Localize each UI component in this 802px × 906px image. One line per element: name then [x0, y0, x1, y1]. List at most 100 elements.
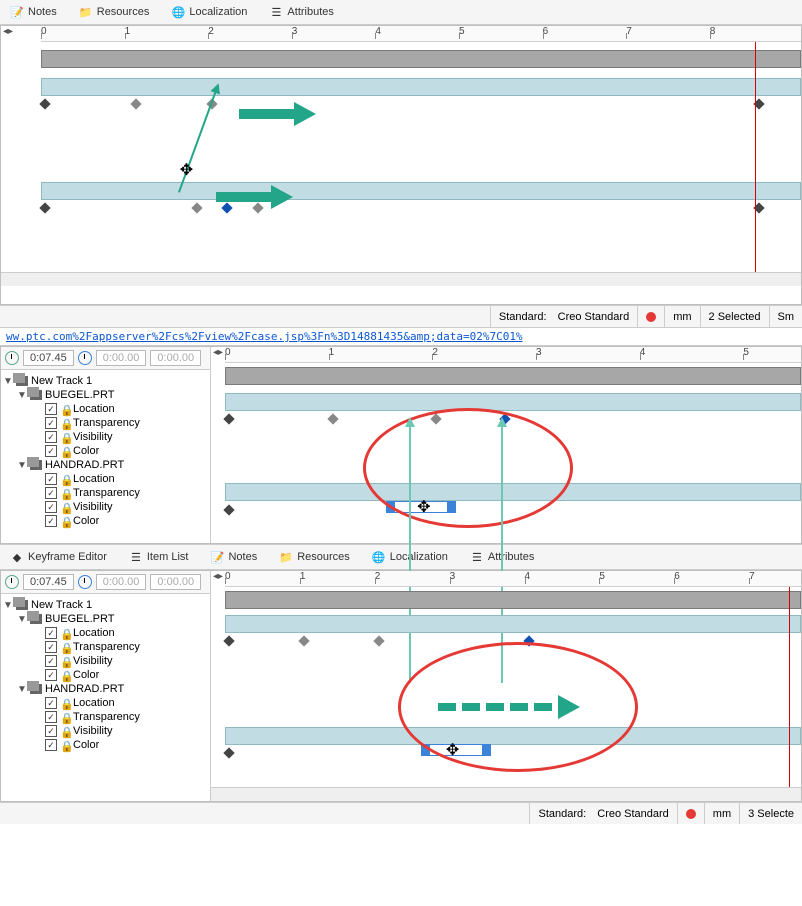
tree-prop[interactable]: ✓🔒Visibility: [45, 500, 208, 514]
tree-prop[interactable]: ✓🔒Visibility: [45, 430, 208, 444]
tab-resources[interactable]: 📁Resources: [275, 548, 354, 566]
track-summary[interactable]: [41, 50, 801, 68]
keyframe[interactable]: [191, 202, 202, 213]
track-row[interactable]: [225, 393, 801, 411]
track-row[interactable]: [41, 182, 801, 200]
tree-part[interactable]: ▼HANDRAD.PRT: [17, 458, 208, 472]
keyframe[interactable]: [298, 635, 309, 646]
time-a[interactable]: 0:00.00: [96, 350, 147, 366]
expand-icon[interactable]: ▼: [17, 460, 27, 471]
status-standard[interactable]: Standard: Creo Standard: [529, 803, 676, 824]
tree-prop[interactable]: ✓🔒Visibility: [45, 654, 208, 668]
lock-icon: 🔒: [60, 740, 70, 750]
checkbox[interactable]: ✓: [45, 739, 57, 751]
checkbox[interactable]: ✓: [45, 627, 57, 639]
checkbox[interactable]: ✓: [45, 417, 57, 429]
expand-icon[interactable]: ▼: [17, 614, 27, 625]
keyframe[interactable]: [223, 747, 234, 758]
keyframe[interactable]: [39, 202, 50, 213]
timeline-tracks[interactable]: [225, 587, 801, 787]
tab-resources[interactable]: 📁Resources: [75, 3, 154, 21]
tree-root[interactable]: ▼New Track 1: [3, 598, 208, 612]
checkbox[interactable]: ✓: [45, 641, 57, 653]
tree-prop[interactable]: ✓🔒Color: [45, 514, 208, 528]
tree-prop[interactable]: ✓🔒Location: [45, 696, 208, 710]
tab-localization[interactable]: 🌐Localization: [167, 3, 251, 21]
keyframe[interactable]: [373, 635, 384, 646]
tree-prop[interactable]: ✓🔒Color: [45, 738, 208, 752]
tab-notes[interactable]: 📝Notes: [6, 3, 61, 21]
timeline-ruler[interactable]: 0 1 2 3 4 5: [225, 347, 801, 363]
keyframe[interactable]: [327, 413, 338, 424]
expand-icon[interactable]: ▼: [17, 390, 27, 401]
checkbox[interactable]: ✓: [45, 697, 57, 709]
time-b[interactable]: 0:00.00: [150, 350, 201, 366]
checkbox[interactable]: ✓: [45, 711, 57, 723]
tree-prop[interactable]: ✓🔒Color: [45, 444, 208, 458]
status-extra[interactable]: Sm: [769, 306, 802, 327]
tree-prop[interactable]: ✓🔒Location: [45, 472, 208, 486]
status-record[interactable]: [677, 803, 704, 824]
time-a[interactable]: 0:00.00: [96, 574, 147, 590]
keyframe[interactable]: [39, 98, 50, 109]
tab-notes[interactable]: 📝Notes: [206, 548, 261, 566]
tree-prop[interactable]: ✓🔒Location: [45, 402, 208, 416]
expand-icon[interactable]: ▼: [17, 684, 27, 695]
tab-attributes[interactable]: ☰Attributes: [265, 3, 337, 21]
scrollbar[interactable]: [1, 272, 801, 286]
track-row[interactable]: [41, 78, 801, 96]
expand-icon[interactable]: ▼: [3, 376, 13, 387]
checkbox[interactable]: ✓: [45, 473, 57, 485]
keyframe[interactable]: [223, 635, 234, 646]
tree-prop[interactable]: ✓🔒Visibility: [45, 724, 208, 738]
track-summary[interactable]: [225, 591, 801, 609]
keyframe[interactable]: [223, 504, 234, 515]
collapse-icon[interactable]: ◂▸: [213, 347, 223, 358]
status-units[interactable]: mm: [664, 306, 699, 327]
status-selected[interactable]: 2 Selected: [700, 306, 769, 327]
keyframe[interactable]: [131, 98, 142, 109]
status-units[interactable]: mm: [704, 803, 739, 824]
time-b[interactable]: 0:00.00: [150, 574, 201, 590]
checkbox[interactable]: ✓: [45, 515, 57, 527]
checkbox[interactable]: ✓: [45, 403, 57, 415]
tree-prop[interactable]: ✓🔒Transparency: [45, 640, 208, 654]
url-bar[interactable]: ww.ptc.com%2Fappserver%2Fcs%2Fview%2Fcas…: [0, 327, 802, 346]
status-record[interactable]: [637, 306, 664, 327]
playhead[interactable]: [789, 587, 790, 787]
status-standard[interactable]: Standard: Creo Standard: [490, 306, 637, 327]
collapse-icon[interactable]: ◂▸: [3, 26, 13, 37]
timeline-ruler[interactable]: 0 1 2 3 4 5 6 7: [225, 571, 801, 587]
collapse-icon[interactable]: ◂▸: [213, 571, 223, 582]
tree-prop[interactable]: ✓🔒Transparency: [45, 486, 208, 500]
scrollbar[interactable]: [211, 787, 801, 801]
tab-keyframe-editor[interactable]: ◆Keyframe Editor: [6, 548, 111, 566]
timeline-ruler[interactable]: 0 1 2 3 4 5 6 7 8: [41, 26, 801, 42]
checkbox[interactable]: ✓: [45, 725, 57, 737]
checkbox[interactable]: ✓: [45, 431, 57, 443]
checkbox[interactable]: ✓: [45, 669, 57, 681]
tree-part[interactable]: ▼HANDRAD.PRT: [17, 682, 208, 696]
timeline-tracks[interactable]: [41, 42, 801, 272]
tree-root[interactable]: ▼New Track 1: [3, 374, 208, 388]
tree-prop[interactable]: ✓🔒Color: [45, 668, 208, 682]
status-selected[interactable]: 3 Selecte: [739, 803, 802, 824]
tree-prop[interactable]: ✓🔒Transparency: [45, 710, 208, 724]
playhead[interactable]: [755, 42, 756, 272]
keyframe[interactable]: [223, 413, 234, 424]
time-current[interactable]: 0:07.45: [23, 574, 74, 590]
checkbox[interactable]: ✓: [45, 487, 57, 499]
tree-prop[interactable]: ✓🔒Location: [45, 626, 208, 640]
track-summary[interactable]: [225, 367, 801, 385]
tree-prop[interactable]: ✓🔒Transparency: [45, 416, 208, 430]
checkbox[interactable]: ✓: [45, 445, 57, 457]
tree-part[interactable]: ▼BUEGEL.PRT: [17, 612, 208, 626]
expand-icon[interactable]: ▼: [3, 600, 13, 611]
tab-item-list[interactable]: ☰Item List: [125, 548, 193, 566]
checkbox[interactable]: ✓: [45, 655, 57, 667]
checkbox[interactable]: ✓: [45, 501, 57, 513]
tree-part[interactable]: ▼BUEGEL.PRT: [17, 388, 208, 402]
track-row[interactable]: [225, 615, 801, 633]
timeline-tracks[interactable]: [225, 363, 801, 543]
time-current[interactable]: 0:07.45: [23, 350, 74, 366]
